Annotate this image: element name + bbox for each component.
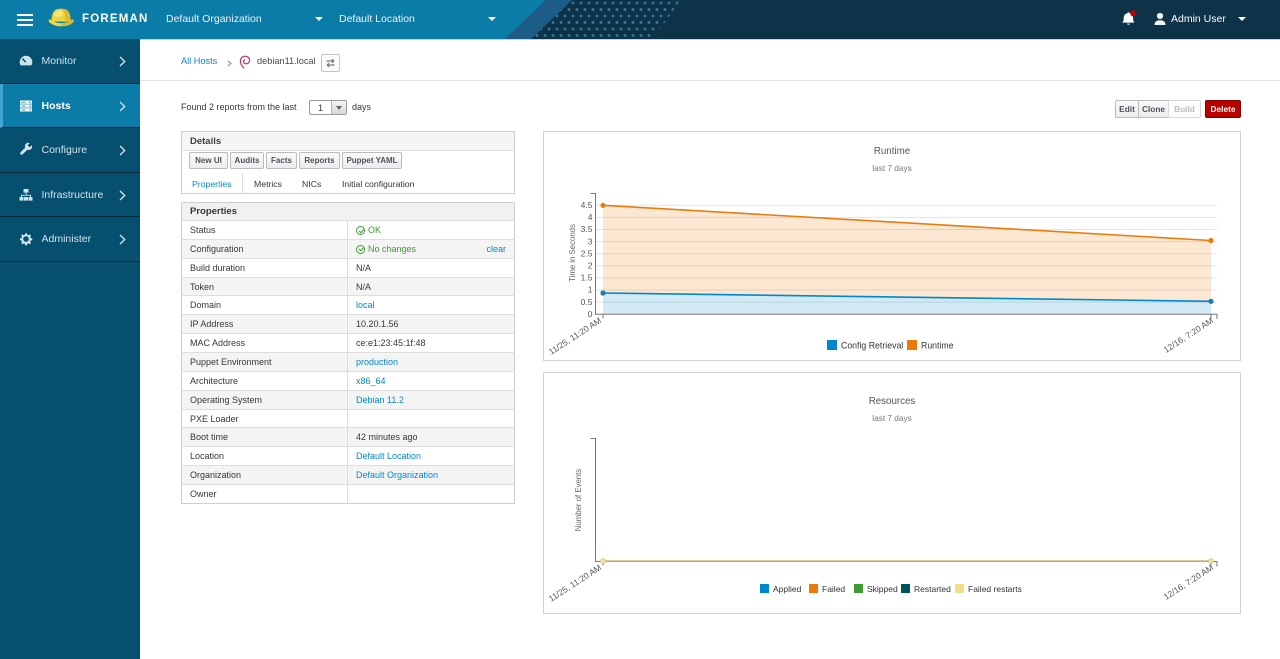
svg-text:0: 0 [588, 309, 593, 319]
svg-text:12/16, 7:20 AM: 12/16, 7:20 AM [1162, 315, 1215, 355]
svg-text:4.5: 4.5 [581, 200, 593, 210]
svg-text:4: 4 [588, 212, 593, 222]
svg-text:2: 2 [588, 261, 593, 271]
svg-text:Config Retrieval: Config Retrieval [841, 341, 903, 351]
svg-text:3: 3 [588, 236, 593, 246]
svg-text:Failed: Failed [822, 584, 845, 594]
svg-text:12/16, 7:20 AM: 12/16, 7:20 AM [1162, 562, 1215, 602]
svg-text:last 7 days: last 7 days [872, 414, 911, 423]
svg-text:Applied: Applied [773, 584, 802, 594]
svg-text:Runtime: Runtime [921, 341, 954, 351]
svg-text:2.5: 2.5 [581, 248, 593, 258]
svg-text:last 7 days: last 7 days [872, 164, 911, 173]
svg-text:11/25, 11:20 AM: 11/25, 11:20 AM [547, 562, 603, 603]
svg-text:Failed restarts: Failed restarts [968, 584, 1022, 594]
svg-text:Runtime: Runtime [874, 146, 910, 157]
svg-text:1: 1 [588, 285, 593, 295]
svg-text:Resources: Resources [869, 396, 916, 407]
svg-text:Skipped: Skipped [867, 584, 898, 594]
svg-text:Restarted: Restarted [914, 584, 951, 594]
svg-text:0.5: 0.5 [581, 297, 593, 307]
svg-text:3.5: 3.5 [581, 224, 593, 234]
svg-text:11/25, 11:20 AM: 11/25, 11:20 AM [547, 315, 603, 356]
svg-text:Time in Seconds: Time in Seconds [568, 224, 577, 282]
svg-text:1.5: 1.5 [581, 273, 593, 283]
svg-text:Number of Events: Number of Events [574, 469, 583, 532]
